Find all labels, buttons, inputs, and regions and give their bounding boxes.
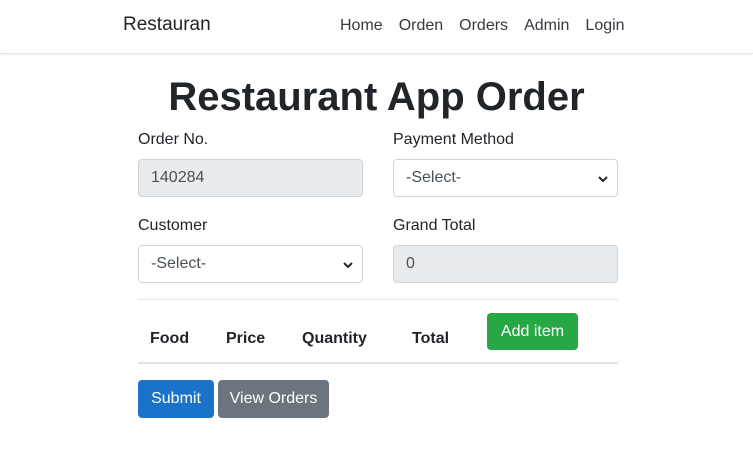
- divider: [138, 299, 618, 300]
- customer-select[interactable]: -Select-: [138, 245, 363, 283]
- view-orders-button[interactable]: View Orders: [218, 380, 329, 418]
- grand-total-label: Grand Total: [393, 217, 476, 234]
- chevron-down-icon: [597, 160, 609, 196]
- nav-links: Home Orden Orders Admin Login: [340, 16, 625, 36]
- navbar: Restauran Home Orden Orders Admin Login: [0, 0, 753, 54]
- nav-link-login[interactable]: Login: [585, 16, 624, 36]
- page-title: Restaurant App Order: [168, 75, 585, 119]
- order-no-value: 140284: [151, 169, 205, 186]
- order-no-field: 140284: [138, 159, 363, 197]
- payment-method-label: Payment Method: [393, 131, 514, 148]
- add-item-button[interactable]: Add item: [487, 313, 578, 350]
- table-divider: [138, 362, 618, 364]
- customer-label: Customer: [138, 217, 208, 234]
- nav-link-admin[interactable]: Admin: [524, 16, 569, 36]
- nav-link-home[interactable]: Home: [340, 16, 383, 36]
- payment-method-select[interactable]: -Select-: [393, 159, 618, 197]
- table-header-price: Price: [226, 330, 266, 347]
- navbar-brand[interactable]: Restauran: [123, 14, 211, 36]
- grand-total-value: 0: [406, 255, 415, 272]
- table-header-total: Total: [412, 330, 450, 347]
- chevron-down-icon: [342, 246, 354, 282]
- table-header-food: Food: [150, 330, 190, 347]
- nav-link-orders[interactable]: Orders: [459, 16, 508, 36]
- order-no-label: Order No.: [138, 131, 209, 148]
- customer-selected: -Select-: [151, 255, 207, 272]
- table-header-quantity: Quantity: [302, 330, 367, 347]
- submit-button[interactable]: Submit: [138, 380, 214, 418]
- grand-total-field: 0: [393, 245, 618, 283]
- payment-method-selected: -Select-: [406, 169, 462, 186]
- nav-link-orden[interactable]: Orden: [399, 16, 443, 36]
